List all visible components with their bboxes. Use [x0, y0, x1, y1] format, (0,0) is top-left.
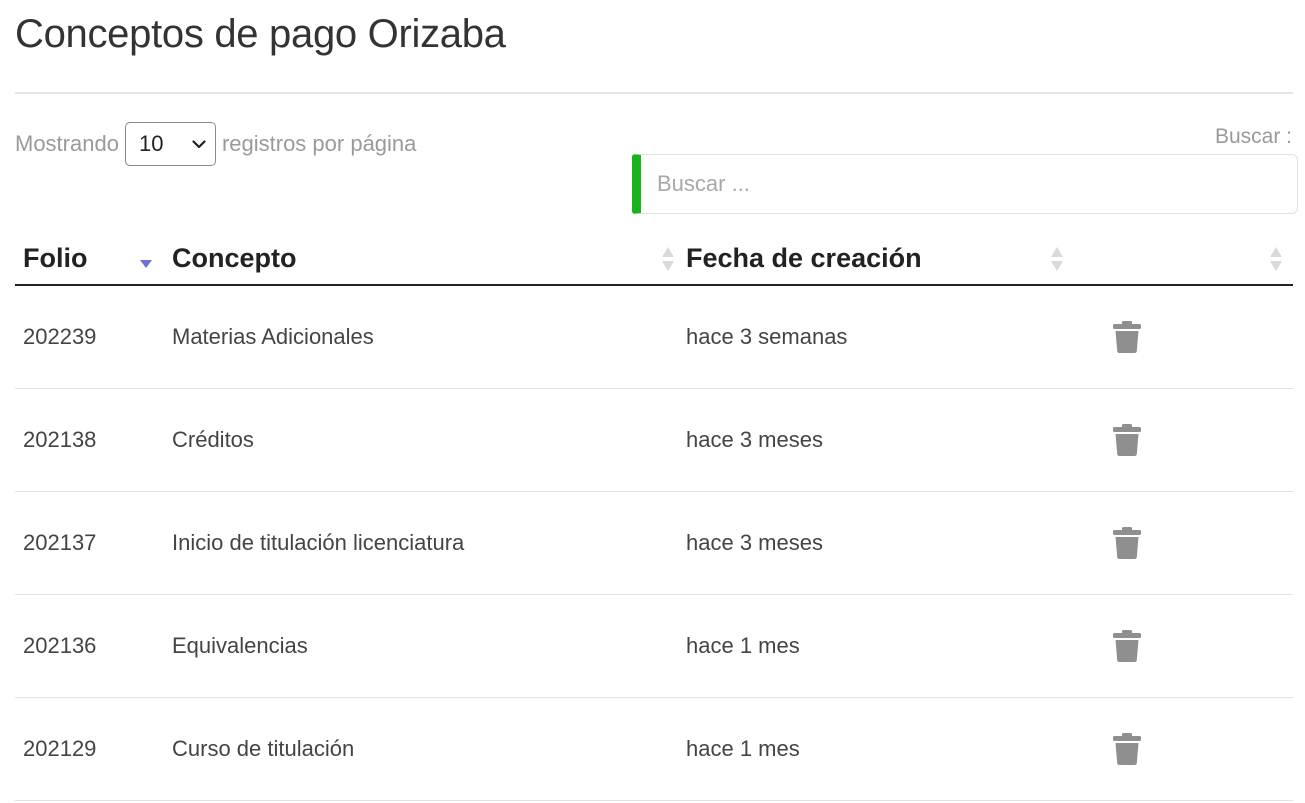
column-header-actions[interactable] — [1064, 233, 1293, 286]
column-header-folio[interactable]: Folio — [15, 233, 164, 286]
page-length-select[interactable]: 10 — [124, 122, 216, 166]
fecha-cell: hace 3 semanas — [678, 285, 1064, 389]
search-label: Buscar : — [1214, 125, 1292, 148]
chevron-down-icon — [192, 139, 206, 148]
column-header-label: Fecha de creación — [686, 243, 922, 273]
column-header-concepto[interactable]: Concepto — [164, 233, 678, 286]
table-row: 202137 Inicio de titulación licenciatura h… — [15, 491, 1293, 595]
sort-desc-icon — [140, 259, 152, 268]
page-length-value: 10 — [138, 131, 164, 156]
table-row: 202138 Créditos hace 3 meses — [15, 388, 1293, 492]
page-length-suffix: registros por página — [221, 131, 417, 156]
sort-both-icon — [1051, 246, 1063, 271]
concepto-cell: Créditos — [164, 388, 678, 492]
folio-cell: 202136 — [15, 594, 164, 698]
search-input[interactable] — [641, 155, 1297, 213]
folio-cell: 202137 — [15, 491, 164, 595]
fecha-cell: hace 3 meses — [678, 388, 1064, 492]
column-header-label: Concepto — [172, 243, 297, 273]
table-header-row: Folio Concepto Fecha de creación — [15, 233, 1293, 286]
fecha-cell: hace 3 meses — [678, 491, 1064, 595]
trash-icon[interactable] — [1112, 526, 1142, 560]
page-length-prefix: Mostrando — [15, 131, 119, 156]
title-divider — [15, 92, 1293, 94]
trash-icon[interactable] — [1112, 732, 1142, 766]
page-title: Conceptos de pago Orizaba — [15, 12, 506, 56]
search-field — [632, 154, 1298, 214]
concepto-cell: Materias Adicionales — [164, 285, 678, 389]
table-row: 202136 Equivalencias hace 1 mes — [15, 594, 1293, 698]
sort-both-icon — [1270, 246, 1282, 271]
fecha-cell: hace 1 mes — [678, 697, 1064, 801]
actions-cell — [1064, 491, 1293, 595]
column-header-label: Folio — [23, 243, 88, 273]
table-row: 202239 Materias Adicionales hace 3 semanas — [15, 285, 1293, 389]
trash-icon[interactable] — [1112, 320, 1142, 354]
actions-cell — [1064, 697, 1293, 801]
concepts-table: Folio Concepto Fecha de creación 202239 … — [15, 233, 1293, 801]
trash-icon[interactable] — [1112, 629, 1142, 663]
fecha-cell: hace 1 mes — [678, 594, 1064, 698]
folio-cell: 202239 — [15, 285, 164, 389]
actions-cell — [1064, 388, 1293, 492]
concepto-cell: Inicio de titulación licenciatura — [164, 491, 678, 595]
folio-cell: 202129 — [15, 697, 164, 801]
table-row: 202129 Curso de titulación hace 1 mes — [15, 697, 1293, 801]
folio-cell: 202138 — [15, 388, 164, 492]
actions-cell — [1064, 594, 1293, 698]
table-body: 202239 Materias Adicionales hace 3 semanas… — [15, 285, 1293, 801]
actions-cell — [1064, 285, 1293, 389]
page-length-control: Mostrando 10 registros por página — [15, 121, 416, 167]
sort-both-icon — [662, 246, 674, 271]
column-header-fecha[interactable]: Fecha de creación — [678, 233, 1064, 286]
trash-icon[interactable] — [1112, 423, 1142, 457]
concepto-cell: Equivalencias — [164, 594, 678, 698]
concepto-cell: Curso de titulación — [164, 697, 678, 801]
